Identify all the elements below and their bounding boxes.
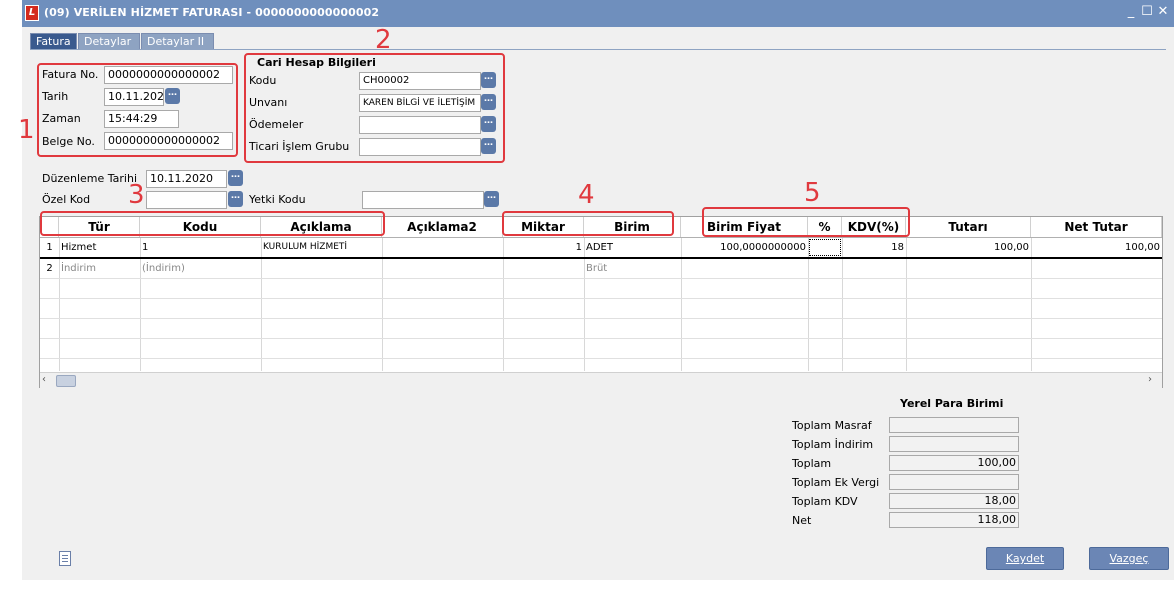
net-value: 118,00 <box>889 512 1019 528</box>
unvani-label: Unvanı <box>249 96 288 109</box>
toplam-kdv-label: Toplam KDV <box>792 495 858 508</box>
ticari-islem-lookup-button[interactable]: … <box>481 138 496 154</box>
tab-divider <box>30 49 1166 50</box>
odemeler-lookup-button[interactable]: … <box>481 116 496 132</box>
scroll-right-arrow[interactable]: › <box>1148 374 1158 386</box>
toplam-ek-vergi-label: Toplam Ek Vergi <box>792 476 880 489</box>
toplam-indirim-value <box>889 436 1019 452</box>
toplam-masraf-value <box>889 417 1019 433</box>
belge-no-input[interactable]: 0000000000000002 <box>104 132 233 150</box>
line-items-grid[interactable]: Tür Kodu Açıklama Açıklama2 Miktar Birim… <box>39 216 1163 388</box>
cari-title: Cari Hesap Bilgileri <box>257 56 376 69</box>
ozel-kod-label: Özel Kod <box>42 193 91 206</box>
toplam-kdv-value: 18,00 <box>889 493 1019 509</box>
annotation-1: 1 <box>18 115 35 145</box>
zaman-label: Zaman <box>42 112 81 125</box>
row-number: 2 <box>46 263 53 274</box>
title-bar: L (09) VERİLEN HİZMET FATURASI - 0000000… <box>22 0 1174 27</box>
kaydet-button[interactable]: Kaydet <box>986 547 1064 570</box>
annotation-5: 5 <box>804 178 821 208</box>
cell-tutari[interactable]: 100,00 <box>906 238 1031 257</box>
app-logo: L <box>25 5 39 21</box>
highlight-box-3 <box>40 211 385 236</box>
cell-net-tutar[interactable]: 100,00 <box>1031 238 1162 257</box>
cell-miktar[interactable]: 1 <box>503 238 584 257</box>
cell-birim[interactable]: Brüt <box>584 259 681 278</box>
ozel-kod-input[interactable] <box>146 191 227 209</box>
vazgec-button[interactable]: Vazgeç <box>1089 547 1169 570</box>
tab-detaylar-ii[interactable]: Detaylar II <box>141 33 214 50</box>
annotation-4: 4 <box>578 180 595 210</box>
scroll-left-arrow[interactable]: ‹ <box>42 374 52 386</box>
cell-yuzde[interactable] <box>809 239 841 256</box>
grid-divider <box>40 318 1162 319</box>
yetki-kodu-label: Yetki Kodu <box>249 193 306 206</box>
duzenleme-tarihi-input[interactable]: 10.11.2020 <box>146 170 227 188</box>
window-title: (09) VERİLEN HİZMET FATURASI - 000000000… <box>44 6 380 19</box>
cari-kodu-label: Kodu <box>249 74 277 87</box>
header-tutari[interactable]: Tutarı <box>906 217 1031 237</box>
totals-title: Yerel Para Birimi <box>900 397 1004 410</box>
kaydet-label: Kaydet <box>1005 552 1045 565</box>
yetki-kodu-input[interactable] <box>362 191 484 209</box>
highlight-box-5 <box>702 207 910 237</box>
belge-no-label: Belge No. <box>42 135 95 148</box>
duzenleme-tarihi-picker-button[interactable]: … <box>228 170 243 186</box>
row-number: 1 <box>46 242 53 253</box>
tab-fatura[interactable]: Fatura <box>30 33 77 50</box>
cell-aciklama2[interactable] <box>382 238 503 257</box>
tab-detaylar[interactable]: Detaylar <box>78 33 140 50</box>
ticari-islem-label: Ticari İşlem Grubu <box>249 140 350 153</box>
cell-tur[interactable]: Hizmet <box>59 238 140 257</box>
net-label: Net <box>792 514 812 527</box>
fatura-no-input[interactable]: 0000000000000002 <box>104 66 233 84</box>
toplam-masraf-label: Toplam Masraf <box>792 419 872 432</box>
unvani-input[interactable]: KAREN BİLGİ VE İLETİŞİM <box>359 94 481 112</box>
cell-aciklama[interactable]: KURULUM HİZMETİ <box>261 238 382 257</box>
toplam-ek-vergi-value <box>889 474 1019 490</box>
grid-horizontal-scrollbar[interactable]: ‹ › <box>40 372 1162 388</box>
grid-divider <box>40 358 1162 359</box>
unvani-lookup-button[interactable]: … <box>481 94 496 110</box>
duzenleme-tarihi-label: Düzenleme Tarihi <box>42 172 138 185</box>
grid-divider <box>40 298 1162 299</box>
ticari-islem-input[interactable] <box>359 138 481 156</box>
maximize-button[interactable]: ☐ <box>1139 4 1155 19</box>
fatura-no-label: Fatura No. <box>42 68 99 81</box>
cell-tur[interactable]: İndirim <box>59 259 140 278</box>
cell-kodu[interactable]: (İndirim) <box>140 259 261 278</box>
header-aciklama2[interactable]: Açıklama2 <box>382 217 503 237</box>
scroll-thumb[interactable] <box>56 375 76 387</box>
annotation-3: 3 <box>128 180 145 210</box>
ozel-kod-lookup-button[interactable]: … <box>228 191 243 207</box>
header-net-tutar[interactable]: Net Tutar <box>1031 217 1162 237</box>
note-icon[interactable] <box>59 551 71 566</box>
grid-divider <box>40 278 1162 279</box>
cell-kdv[interactable]: 18 <box>842 238 906 257</box>
tarih-input[interactable]: 10.11.2020 <box>104 88 164 106</box>
grid-divider <box>40 338 1162 339</box>
annotation-2: 2 <box>375 25 392 55</box>
zaman-input[interactable]: 15:44:29 <box>104 110 179 128</box>
toplam-label: Toplam <box>792 457 832 470</box>
cari-kodu-lookup-button[interactable]: … <box>481 72 496 88</box>
cell-kodu[interactable]: 1 <box>140 238 261 257</box>
yetki-kodu-lookup-button[interactable]: … <box>484 191 499 207</box>
cell-birim[interactable]: ADET <box>584 238 681 257</box>
odemeler-input[interactable] <box>359 116 481 134</box>
close-button[interactable]: ✕ <box>1155 4 1171 19</box>
toplam-value: 100,00 <box>889 455 1019 471</box>
odemeler-label: Ödemeler <box>249 118 304 131</box>
toplam-indirim-label: Toplam İndirim <box>792 438 874 451</box>
tarih-picker-button[interactable]: … <box>165 88 180 104</box>
tarih-label: Tarih <box>42 90 69 103</box>
highlight-box-4 <box>502 211 674 236</box>
cell-birim-fiyat[interactable]: 100,0000000000 <box>681 238 808 257</box>
vazgec-label: Vazgeç <box>1109 552 1149 565</box>
minimize-button[interactable]: _ <box>1123 4 1139 19</box>
cari-kodu-input[interactable]: CH00002 <box>359 72 481 90</box>
